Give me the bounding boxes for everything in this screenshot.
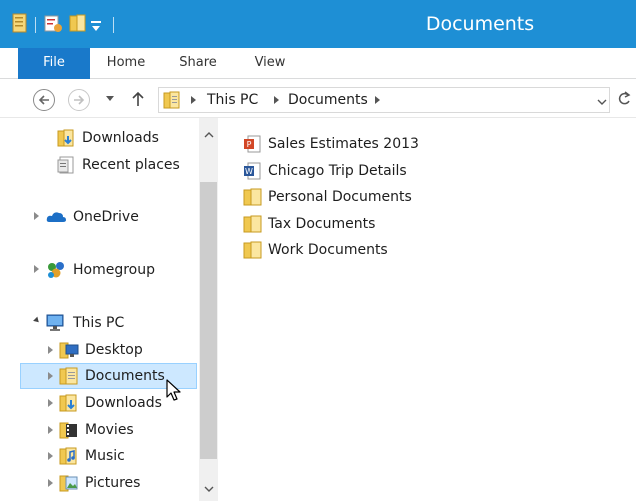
title-bar: Documents [0, 0, 636, 48]
folder-item[interactable]: Personal Documents [243, 185, 412, 209]
word-file-icon: W [244, 162, 261, 180]
customize-dropdown[interactable] [89, 18, 103, 32]
nav-item-recent-places[interactable]: Recent places [56, 153, 180, 177]
mouse-cursor-icon [166, 379, 181, 401]
nav-item-label: Pictures [85, 475, 141, 491]
tab-home[interactable]: Home [96, 48, 156, 78]
refresh-icon[interactable] [617, 91, 631, 111]
desktop-folder-icon [59, 342, 79, 359]
collapse-arrow-icon[interactable] [33, 316, 41, 325]
folder-icon [243, 215, 262, 233]
music-folder-icon [59, 447, 77, 465]
back-button[interactable] [33, 89, 55, 111]
nav-item-downloads-quick[interactable]: Downloads [56, 126, 159, 150]
chevron-right-icon[interactable] [191, 96, 196, 104]
nav-item-onedrive[interactable]: OneDrive [45, 205, 139, 229]
nav-item-label: Movies [85, 422, 134, 438]
file-name: Tax Documents [268, 216, 376, 232]
navigation-bar: This PC Documents [0, 80, 636, 118]
folder-item[interactable]: Work Documents [243, 238, 388, 262]
breadcrumb-this-pc[interactable]: This PC [207, 92, 258, 108]
nav-item-label: Downloads [82, 130, 159, 146]
nav-item-label: This PC [73, 315, 125, 331]
folder-icon[interactable] [69, 13, 87, 37]
nav-item-music[interactable]: Music [59, 444, 125, 468]
nav-item-label: Homegroup [73, 262, 156, 278]
downloads-folder-icon [57, 129, 74, 147]
expand-arrow-icon[interactable] [48, 346, 53, 354]
scrollbar-thumb[interactable] [200, 182, 217, 459]
nav-item-label: Music [85, 448, 125, 464]
properties-icon[interactable] [12, 13, 28, 37]
address-bar[interactable]: This PC Documents [158, 87, 610, 113]
nav-item-homegroup[interactable]: Homegroup [45, 258, 155, 282]
expand-arrow-icon[interactable] [34, 212, 39, 220]
recent-locations-dropdown[interactable] [106, 96, 114, 101]
documents-folder-icon [163, 91, 181, 113]
expand-arrow-icon[interactable] [34, 265, 39, 273]
videos-folder-icon [59, 422, 77, 439]
file-name: Sales Estimates 2013 [268, 136, 419, 152]
documents-folder-icon [59, 367, 78, 385]
powerpoint-file-icon: P [244, 135, 261, 153]
chevron-up-icon[interactable] [204, 128, 214, 143]
recent-places-icon [57, 156, 74, 174]
folder-item[interactable]: Tax Documents [243, 212, 375, 236]
file-name: Personal Documents [268, 189, 412, 205]
new-folder-icon[interactable] [43, 13, 63, 37]
breadcrumb-documents[interactable]: Documents [288, 92, 368, 108]
expand-arrow-icon[interactable] [48, 479, 53, 487]
arrow-right-icon [74, 95, 85, 105]
tab-share[interactable]: Share [166, 48, 230, 78]
nav-item-movies[interactable]: Movies [59, 418, 134, 442]
expand-arrow-icon[interactable] [48, 452, 53, 460]
expand-arrow-icon[interactable] [48, 399, 53, 407]
nav-item-label: Documents [85, 368, 165, 384]
nav-pane-scrollbar[interactable] [199, 118, 218, 501]
nav-item-label: Desktop [85, 342, 143, 358]
tab-file[interactable]: File [18, 48, 90, 79]
chevron-right-icon[interactable] [375, 96, 380, 104]
chevron-down-icon[interactable] [204, 482, 214, 497]
nav-item-label: Recent places [82, 157, 180, 173]
nav-item-this-pc[interactable]: This PC [45, 311, 124, 335]
expand-arrow-icon[interactable] [48, 426, 53, 434]
window-title: Documents [425, 13, 535, 35]
navigation-pane: Downloads Recent places OneDrive Homegro… [0, 118, 218, 501]
downloads-folder-icon [59, 394, 77, 412]
nav-item-label: Downloads [85, 395, 162, 411]
pictures-folder-icon [59, 475, 78, 492]
nav-item-label: OneDrive [73, 209, 139, 225]
svg-text:P: P [247, 140, 252, 149]
chevron-right-icon[interactable] [274, 96, 279, 104]
ribbon-tabs: File Home Share View [0, 48, 636, 79]
homegroup-icon [48, 262, 64, 278]
arrow-left-icon [38, 95, 49, 105]
up-button[interactable] [130, 90, 146, 112]
nav-item-pictures[interactable]: Pictures [59, 471, 140, 495]
nav-item-downloads[interactable]: Downloads [59, 391, 162, 415]
nav-item-desktop[interactable]: Desktop [59, 338, 143, 362]
expand-arrow-icon[interactable] [48, 372, 53, 380]
file-item[interactable]: P Sales Estimates 2013 [243, 132, 419, 156]
file-list: P Sales Estimates 2013 W Chicago Trip De… [219, 118, 636, 501]
file-item[interactable]: W Chicago Trip Details [243, 159, 407, 183]
nav-item-documents[interactable]: Documents [59, 364, 165, 388]
computer-icon [46, 314, 64, 331]
svg-text:W: W [245, 167, 253, 176]
chevron-down-icon[interactable] [597, 96, 607, 106]
arrow-up-icon [132, 91, 144, 106]
folder-icon [243, 241, 262, 259]
file-name: Work Documents [268, 242, 388, 258]
folder-icon [243, 188, 262, 206]
tab-view[interactable]: View [240, 48, 300, 78]
quick-access-toolbar [12, 13, 121, 37]
onedrive-icon [46, 212, 66, 222]
forward-button[interactable] [68, 89, 90, 111]
file-name: Chicago Trip Details [268, 163, 407, 179]
